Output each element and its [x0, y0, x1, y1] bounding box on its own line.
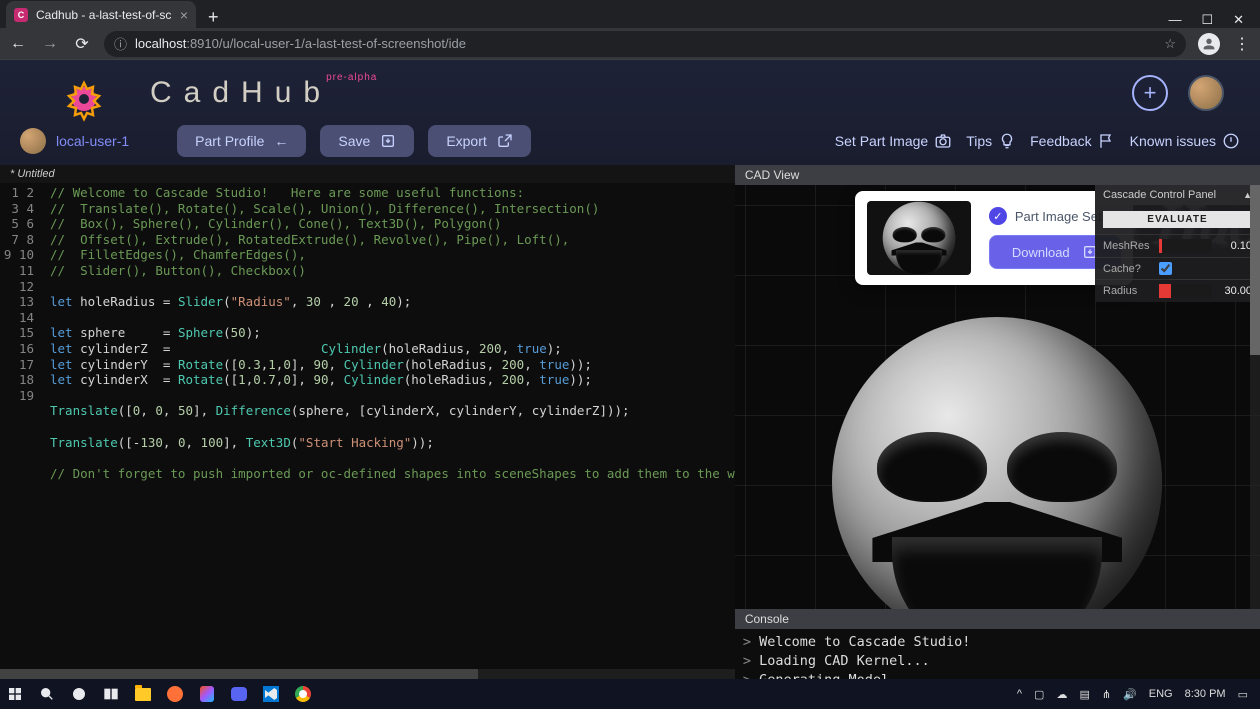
app-root: CadHub pre-alpha + local-user-1 Part Pro…	[0, 60, 1260, 679]
site-info-icon[interactable]: ⓘ	[114, 34, 127, 53]
tab-favicon: C	[14, 8, 28, 22]
figma-icon[interactable]	[196, 683, 218, 705]
language-indicator[interactable]: ENG	[1149, 688, 1173, 700]
app-toolbar: local-user-1 Part Profile ← Save Export …	[0, 116, 1260, 165]
task-view-icon[interactable]	[100, 683, 122, 705]
set-part-image-button[interactable]: Set Part Image	[835, 132, 952, 150]
radius-slider[interactable]	[1159, 284, 1212, 298]
browser-toolbar: ← → ⟳ ⓘ localhost:8910/u/local-user-1/a-…	[0, 28, 1260, 60]
console-tab[interactable]: Console	[735, 609, 1260, 629]
minimize-icon[interactable]: —	[1168, 12, 1181, 28]
discord-icon[interactable]	[228, 683, 250, 705]
username-label: local-user-1	[56, 133, 129, 149]
arrow-left-icon: ←	[274, 133, 288, 149]
wifi-icon[interactable]: ⋔	[1102, 688, 1111, 701]
radius-label: Radius	[1103, 285, 1153, 297]
browser-menu-icon[interactable]: ⋮	[1232, 34, 1252, 54]
system-tray: ^ ▢ ☁ ▤ ⋔ 🔊 ENG 8:30 PM ▭	[1017, 688, 1256, 701]
app-header: CadHub pre-alpha + local-user-1 Part Pro…	[0, 60, 1260, 165]
notifications-icon[interactable]: ▭	[1238, 688, 1248, 701]
start-button[interactable]	[4, 683, 26, 705]
bookmark-star-icon[interactable]: ☆	[1164, 36, 1176, 52]
export-button[interactable]: Export	[428, 125, 530, 157]
editor-file-tab[interactable]: * Untitled	[0, 165, 735, 183]
windows-taskbar: ^ ▢ ☁ ▤ ⋔ 🔊 ENG 8:30 PM ▭	[0, 679, 1260, 709]
close-tab-icon[interactable]: ×	[180, 7, 188, 23]
cortana-icon[interactable]	[68, 683, 90, 705]
address-bar[interactable]: ⓘ localhost:8910/u/local-user-1/a-last-t…	[104, 31, 1186, 57]
scene-model	[735, 305, 1260, 609]
onedrive-icon[interactable]: ☁	[1056, 688, 1067, 701]
window-controls: — ☐ ✕	[1152, 12, 1260, 28]
close-window-icon[interactable]: ✕	[1233, 12, 1244, 28]
workspace: * Untitled 1 2 3 4 5 6 7 8 9 10 11 12 13…	[0, 165, 1260, 679]
back-button[interactable]: ←	[8, 35, 28, 53]
lightbulb-icon	[998, 132, 1016, 150]
reload-button[interactable]: ⟳	[72, 34, 92, 54]
browser-tab-active[interactable]: C Cadhub - a-last-test-of-screensh ×	[6, 1, 196, 28]
cache-row: Cache?	[1095, 257, 1260, 279]
battery-icon[interactable]: ▢	[1034, 688, 1044, 701]
meshres-value: 0.10	[1218, 240, 1252, 252]
brand-title: CadHub	[150, 76, 332, 110]
cache-checkbox[interactable]	[1159, 262, 1172, 275]
cad-view-tab[interactable]: CAD View	[735, 165, 1260, 185]
header-avatar[interactable]	[1188, 75, 1224, 111]
alert-circle-icon	[1222, 132, 1240, 150]
evaluate-button[interactable]: EVALUATE	[1103, 211, 1252, 228]
radius-value: 30.00	[1218, 285, 1252, 297]
line-gutter: 1 2 3 4 5 6 7 8 9 10 11 12 13 14 15 16 1…	[0, 183, 44, 679]
save-icon	[380, 133, 396, 149]
tray-chevron-icon[interactable]: ^	[1017, 688, 1022, 700]
check-icon: ✓	[989, 207, 1007, 225]
feedback-button[interactable]: Feedback	[1030, 132, 1115, 150]
viewport-scrollbar[interactable]	[1250, 185, 1260, 609]
maximize-icon[interactable]: ☐	[1201, 12, 1213, 28]
code-editor-panel: * Untitled 1 2 3 4 5 6 7 8 9 10 11 12 13…	[0, 165, 735, 679]
export-icon	[497, 133, 513, 149]
part-image-popup: Start Hacki ✓ Part Image Set Download	[855, 191, 1133, 285]
vscode-icon[interactable]	[260, 683, 282, 705]
volume-icon[interactable]: 🔊	[1123, 688, 1137, 701]
add-button[interactable]: +	[1132, 75, 1168, 111]
user-chip[interactable]: local-user-1	[20, 128, 129, 154]
cadhub-logo-icon	[60, 75, 108, 123]
tips-button[interactable]: Tips	[966, 132, 1016, 150]
new-tab-button[interactable]: +	[196, 7, 231, 28]
cad-viewport[interactable]: Start Hacki Start Hacki	[735, 185, 1260, 609]
flag-icon	[1098, 132, 1116, 150]
right-panel: CAD View Start Hacki Start Hacki	[735, 165, 1260, 679]
code-content[interactable]: // Welcome to Cascade Studio! Here are s…	[44, 183, 735, 679]
meshres-label: MeshRes	[1103, 240, 1153, 252]
editor-horizontal-scrollbar[interactable]	[0, 669, 735, 679]
file-explorer-icon[interactable]	[132, 683, 154, 705]
meshres-row: MeshRes 0.10	[1095, 234, 1260, 257]
url-text: localhost:8910/u/local-user-1/a-last-tes…	[135, 36, 466, 51]
meshres-slider[interactable]	[1159, 239, 1212, 253]
camera-icon	[934, 132, 952, 150]
part-image-thumbnail: Start Hacki	[867, 201, 971, 275]
search-icon[interactable]	[36, 683, 58, 705]
prealpha-badge: pre-alpha	[326, 72, 377, 83]
network-icon[interactable]: ▤	[1079, 688, 1089, 701]
code-editor[interactable]: 1 2 3 4 5 6 7 8 9 10 11 12 13 14 15 16 1…	[0, 183, 735, 679]
tab-title: Cadhub - a-last-test-of-screensh	[36, 8, 172, 22]
browser-tab-strip: C Cadhub - a-last-test-of-screensh × + —…	[0, 0, 1260, 28]
profile-button[interactable]	[1198, 33, 1220, 55]
console-output[interactable]: Welcome to Cascade Studio!Loading CAD Ke…	[735, 629, 1260, 679]
radius-row: Radius 30.00	[1095, 279, 1260, 302]
save-button[interactable]: Save	[320, 125, 414, 157]
forward-button[interactable]: →	[40, 35, 60, 53]
control-panel-header[interactable]: Cascade Control Panel ▲	[1095, 185, 1260, 205]
firefox-icon[interactable]	[164, 683, 186, 705]
part-profile-button[interactable]: Part Profile ←	[177, 125, 306, 157]
known-issues-button[interactable]: Known issues	[1130, 132, 1240, 150]
clock[interactable]: 8:30 PM	[1185, 688, 1226, 700]
cascade-control-panel: Cascade Control Panel ▲ EVALUATE MeshRes…	[1095, 185, 1260, 302]
cache-label: Cache?	[1103, 263, 1153, 275]
chrome-icon[interactable]	[292, 683, 314, 705]
avatar-icon	[20, 128, 46, 154]
